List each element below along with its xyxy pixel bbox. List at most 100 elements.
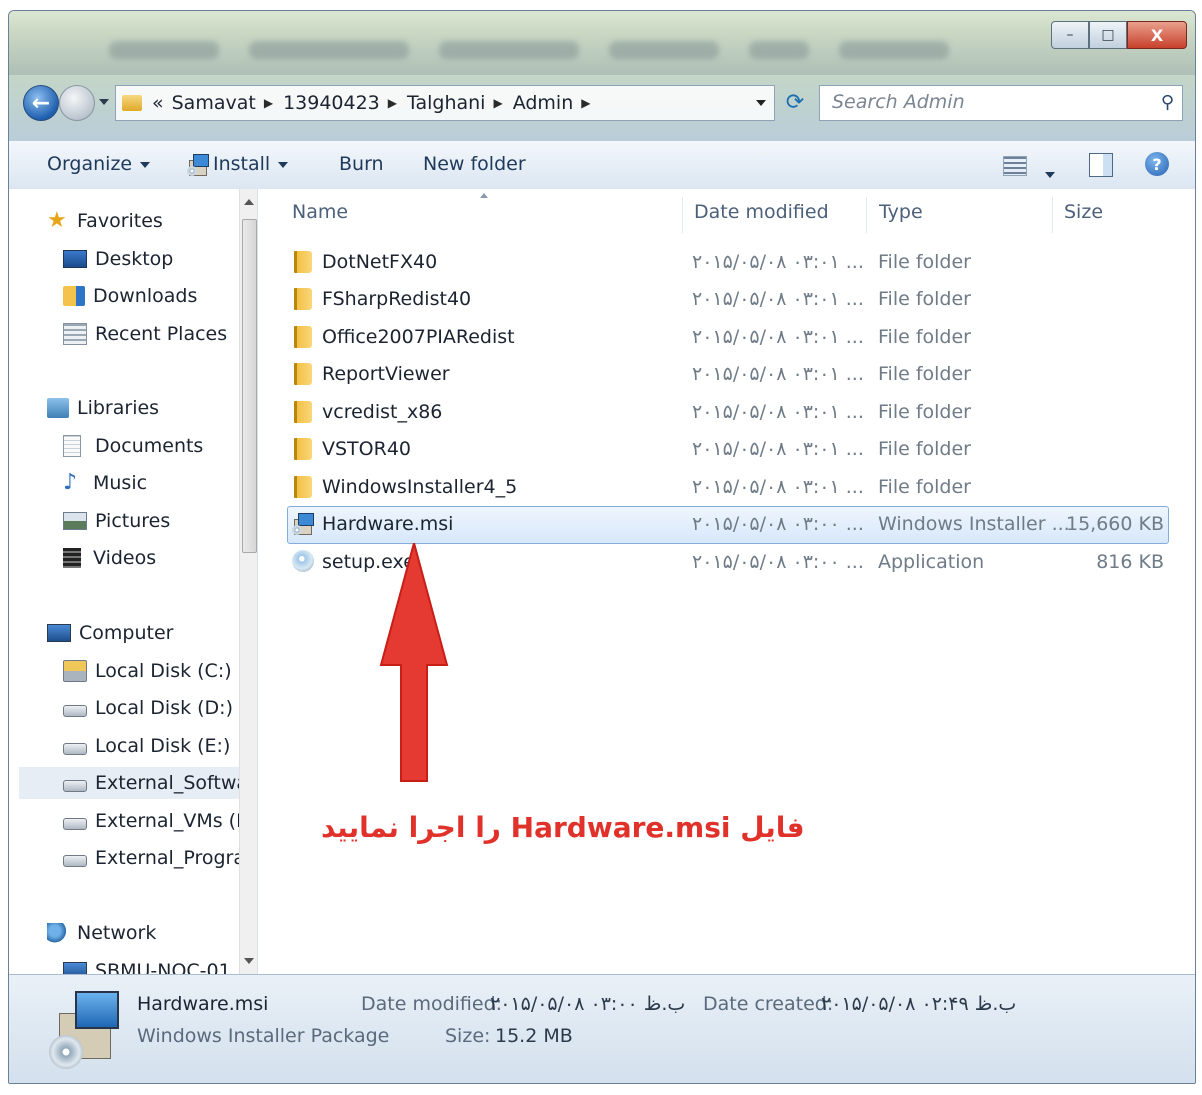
nav-label: Local Disk (C:) <box>95 660 232 682</box>
scroll-thumb[interactable] <box>242 219 257 553</box>
file-row[interactable]: WindowsInstaller4_5 ۲۰۱۵/۰۵/۰۸ ۰۳:۰۱ ... F… <box>287 469 1169 507</box>
change-view-button[interactable] <box>1003 156 1027 176</box>
column-header-name[interactable]: Name <box>292 201 348 223</box>
nav-downloads[interactable]: Downloads <box>63 280 197 312</box>
nav-scrollbar[interactable] <box>239 189 257 974</box>
nav-computer[interactable]: Computer <box>47 617 173 649</box>
install-button[interactable]: Install <box>187 153 289 176</box>
nav-label: Network <box>77 922 157 944</box>
details-file-kind: Windows Installer Package <box>137 1025 390 1047</box>
organize-menu[interactable]: Organize <box>47 153 151 175</box>
minimize-button[interactable]: – <box>1051 21 1089 49</box>
nav-external-vms[interactable]: External_VMs (H:) <box>63 805 257 837</box>
folder-icon <box>294 251 312 273</box>
file-name: FSharpRedist40 <box>322 288 472 310</box>
breadcrumb-overflow[interactable]: « <box>152 92 164 114</box>
back-button[interactable]: ← <box>23 85 59 121</box>
help-icon: ? <box>1145 152 1169 176</box>
file-name: vcredist_x86 <box>322 401 443 423</box>
new-folder-button[interactable]: New folder <box>423 153 526 175</box>
preview-pane-icon <box>1089 153 1113 177</box>
details-created-value: ۲۰۱۵/۰۵/۰۸ ب.ظ ۰۲:۴۹ <box>821 993 1017 1015</box>
nav-label: Libraries <box>77 397 160 419</box>
column-divider[interactable] <box>682 197 683 233</box>
preview-pane-button[interactable] <box>1089 153 1113 177</box>
file-type: File folder <box>878 326 971 348</box>
file-type: Application <box>878 551 985 573</box>
maximize-button[interactable]: □ <box>1089 21 1127 49</box>
folder-icon <box>294 326 312 348</box>
file-row[interactable]: FSharpRedist40 ۲۰۱۵/۰۵/۰۸ ۰۳:۰۱ ... File f… <box>287 281 1169 319</box>
nav-external-software[interactable]: External_Software <box>19 767 257 799</box>
nav-videos[interactable]: Videos <box>63 542 156 574</box>
file-row[interactable]: DotNetFX40 ۲۰۱۵/۰۵/۰۸ ۰۳:۰۱ ... File folde… <box>287 244 1169 282</box>
scroll-down-icon[interactable] <box>244 958 254 964</box>
window-controls: – □ X <box>1051 21 1187 49</box>
search-icon[interactable]: ⚲ <box>1161 92 1174 113</box>
view-dropdown[interactable] <box>1045 163 1055 185</box>
nav-label: SBMU-NOC-01 <box>95 960 231 974</box>
explorer-window: – □ X ← « Samavat ▶ 13940423 ▶ Talghani ▶ A… <box>8 10 1196 1084</box>
breadcrumb[interactable]: « Samavat ▶ 13940423 ▶ Talghani ▶ Admin ▶ <box>115 85 775 121</box>
refresh-button[interactable]: ⟳ <box>777 85 813 119</box>
chevron-right-icon[interactable]: ▶ <box>493 96 502 110</box>
scroll-up-icon[interactable] <box>244 199 254 205</box>
nav-recent-places[interactable]: Recent Places <box>63 318 227 350</box>
file-row[interactable]: Office2007PIARedist ۲۰۱۵/۰۵/۰۸ ۰۳:۰۱ ... F… <box>287 319 1169 357</box>
breadcrumb-segment[interactable]: Admin <box>513 92 574 114</box>
file-name: Hardware.msi <box>322 513 454 535</box>
search-input[interactable]: Search Admin ⚲ <box>819 85 1183 121</box>
nav-label: External_Software <box>95 772 258 794</box>
file-type: File folder <box>878 363 971 385</box>
recent-pages-dropdown-icon[interactable] <box>99 99 109 105</box>
breadcrumb-segment[interactable]: Talghani <box>407 92 485 114</box>
nav-libraries[interactable]: Libraries <box>47 392 159 424</box>
file-row[interactable]: ReportViewer ۲۰۱۵/۰۵/۰۸ ۰۳:۰۱ ... File fol… <box>287 356 1169 394</box>
close-icon: X <box>1150 25 1164 45</box>
file-type: Windows Installer ... <box>878 513 1070 535</box>
details-pane: Hardware.msi Windows Installer Package D… <box>9 974 1195 1083</box>
nav-local-disk-e[interactable]: Local Disk (E:) <box>63 730 230 762</box>
nav-music[interactable]: ♪ Music <box>63 467 147 499</box>
nav-network[interactable]: Network <box>47 917 156 949</box>
breadcrumb-segment[interactable]: Samavat <box>172 92 256 114</box>
column-header-date[interactable]: Date modified <box>694 201 829 223</box>
address-dropdown-icon[interactable] <box>756 100 766 106</box>
file-date: ۲۰۱۵/۰۵/۰۸ ۰۳:۰۱ ... <box>692 438 864 460</box>
breadcrumb-segment[interactable]: 13940423 <box>283 92 380 114</box>
nav-favorites[interactable]: ★ Favorites <box>47 205 163 237</box>
network-icon <box>47 923 69 943</box>
column-header-type[interactable]: Type <box>879 201 923 223</box>
navigation-pane[interactable]: ★ Favorites Desktop Downloads Recent Plac… <box>9 189 258 974</box>
nav-local-disk-c[interactable]: Local Disk (C:) <box>63 655 232 687</box>
column-divider[interactable] <box>1052 197 1053 233</box>
downloads-icon <box>63 286 85 306</box>
nav-local-disk-d[interactable]: Local Disk (D:) <box>63 692 233 724</box>
file-row[interactable]: vcredist_x86 ۲۰۱۵/۰۵/۰۸ ۰۳:۰۱ ... File fol… <box>287 394 1169 432</box>
nav-external-programs[interactable]: External_Programs <box>63 842 257 874</box>
nav-desktop[interactable]: Desktop <box>63 243 173 275</box>
help-button[interactable]: ? <box>1145 152 1169 176</box>
file-name: WindowsInstaller4_5 <box>322 476 518 498</box>
column-header-size[interactable]: Size <box>1064 201 1103 223</box>
chevron-right-icon[interactable]: ▶ <box>581 96 590 110</box>
file-row-selected[interactable]: Hardware.msi ۲۰۱۵/۰۵/۰۸ ۰۳:۰۰ ... Windows … <box>287 506 1169 544</box>
file-row[interactable]: VSTOR40 ۲۰۱۵/۰۵/۰۸ ۰۳:۰۱ ... File folder <box>287 431 1169 469</box>
file-date: ۲۰۱۵/۰۵/۰۸ ۰۳:۰۰ ... <box>692 513 864 535</box>
content-area: ★ Favorites Desktop Downloads Recent Plac… <box>9 189 1195 974</box>
file-name: ReportViewer <box>322 363 450 385</box>
column-divider[interactable] <box>866 197 867 233</box>
system-disk-icon <box>63 660 87 682</box>
nav-network-host[interactable]: SBMU-NOC-01 <box>63 955 231 974</box>
nav-pictures[interactable]: Pictures <box>63 505 170 537</box>
nav-documents[interactable]: Documents <box>63 430 203 462</box>
nav-label: Favorites <box>77 210 163 232</box>
burn-button[interactable]: Burn <box>339 153 384 175</box>
file-date: ۲۰۱۵/۰۵/۰۸ ۰۳:۰۱ ... <box>692 476 864 498</box>
close-button[interactable]: X <box>1127 21 1187 49</box>
nav-label: Music <box>93 472 148 494</box>
forward-button[interactable] <box>59 85 95 121</box>
music-icon: ♪ <box>63 470 78 495</box>
chevron-right-icon[interactable]: ▶ <box>388 96 397 110</box>
chevron-right-icon[interactable]: ▶ <box>264 96 273 110</box>
